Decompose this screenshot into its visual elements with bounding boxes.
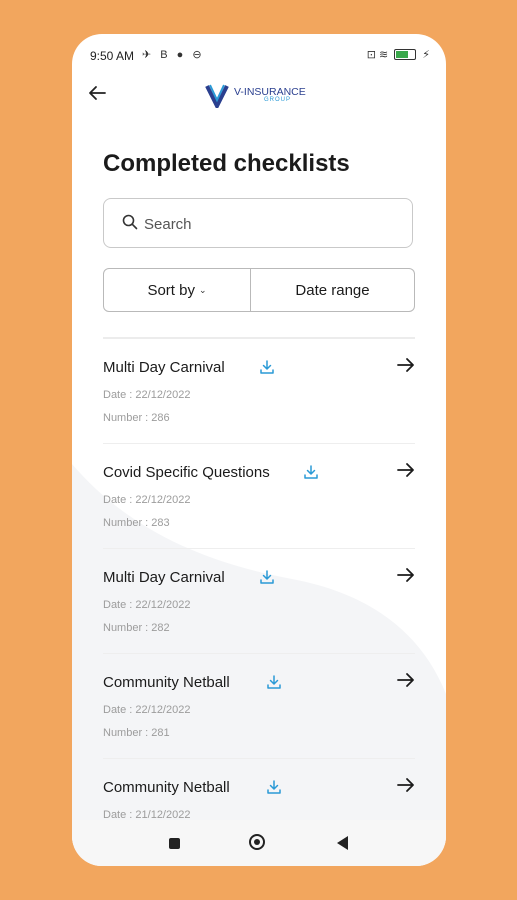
checklist-number: Number : 282 (103, 622, 170, 634)
recents-button[interactable] (169, 838, 180, 849)
checklist-name: Multi Day Carnival (103, 359, 225, 376)
list-item[interactable]: Multi Day Carnival Date : 22/12/2022 Num… (103, 339, 415, 444)
filter-bar: Sort by ⌄ Date range (103, 268, 415, 312)
checklist-date: Date : 22/12/2022 (103, 599, 191, 611)
system-nav-bar (72, 820, 446, 866)
checklist-number: Number : 286 (103, 412, 170, 424)
status-system-icons: ⊡ ≋ ⚡ (367, 48, 430, 61)
download-icon[interactable] (259, 359, 275, 380)
download-icon[interactable] (266, 674, 282, 695)
back-arrow-icon[interactable] (88, 82, 106, 106)
checklist-date: Date : 22/12/2022 (103, 704, 191, 716)
date-range-button[interactable]: Date range (251, 268, 415, 312)
search-input[interactable] (142, 209, 406, 239)
arrow-right-icon[interactable] (397, 357, 415, 378)
charging-icon: ⚡ (422, 49, 430, 61)
sort-by-label: Sort by (147, 281, 195, 299)
top-bar: V-INSURANCE GROUP (72, 78, 446, 114)
search-box[interactable] (103, 198, 413, 248)
checklist-number: Number : 281 (103, 727, 170, 739)
status-time: 9:50 AM (90, 49, 135, 63)
checklist-date: Date : 22/12/2022 (103, 494, 191, 506)
checklist-date: Date : 22/12/2022 (103, 389, 191, 401)
status-notification-icons: ✈ B ● ⊖ (142, 49, 205, 61)
arrow-right-icon[interactable] (397, 777, 415, 798)
status-bar: 9:50 AM ✈ B ● ⊖ ⊡ ≋ ⚡ (72, 34, 446, 74)
checklist-name: Covid Specific Questions (103, 464, 270, 481)
download-icon[interactable] (266, 779, 282, 800)
arrow-right-icon[interactable] (397, 672, 415, 693)
search-icon (122, 214, 138, 235)
arrow-right-icon[interactable] (397, 567, 415, 588)
list-item[interactable]: Multi Day Carnival Date : 22/12/2022 Num… (103, 549, 415, 654)
system-back-button[interactable] (337, 836, 348, 850)
download-icon[interactable] (259, 569, 275, 590)
download-icon[interactable] (303, 464, 319, 485)
list-item[interactable]: Community Netball Date : 22/12/2022 Numb… (103, 654, 415, 759)
company-logo: V-INSURANCE GROUP (204, 82, 306, 108)
chevron-down-icon: ⌄ (198, 284, 207, 295)
list-item[interactable]: Covid Specific Questions Date : 22/12/20… (103, 444, 415, 549)
logo-name: V-INSURANCE (234, 86, 306, 98)
battery-icon (394, 49, 417, 60)
date-range-label: Date range (295, 281, 370, 299)
checklist-name: Community Netball (103, 779, 230, 796)
logo-mark-icon (205, 84, 229, 108)
page-title: Completed checklists (103, 150, 350, 177)
wifi-icon: ⊡ ≋ (366, 49, 389, 61)
checklist-name: Multi Day Carnival (103, 569, 225, 586)
phone-screen: 9:50 AM ✈ B ● ⊖ ⊡ ≋ ⚡ V-INSURANCE GROUP … (72, 34, 446, 866)
checklist-list: Multi Day Carnival Date : 22/12/2022 Num… (103, 339, 415, 863)
sort-by-button[interactable]: Sort by ⌄ (103, 268, 251, 312)
checklist-number: Number : 283 (103, 517, 170, 529)
arrow-right-icon[interactable] (397, 462, 415, 483)
home-button[interactable] (249, 834, 265, 850)
checklist-name: Community Netball (103, 674, 230, 691)
